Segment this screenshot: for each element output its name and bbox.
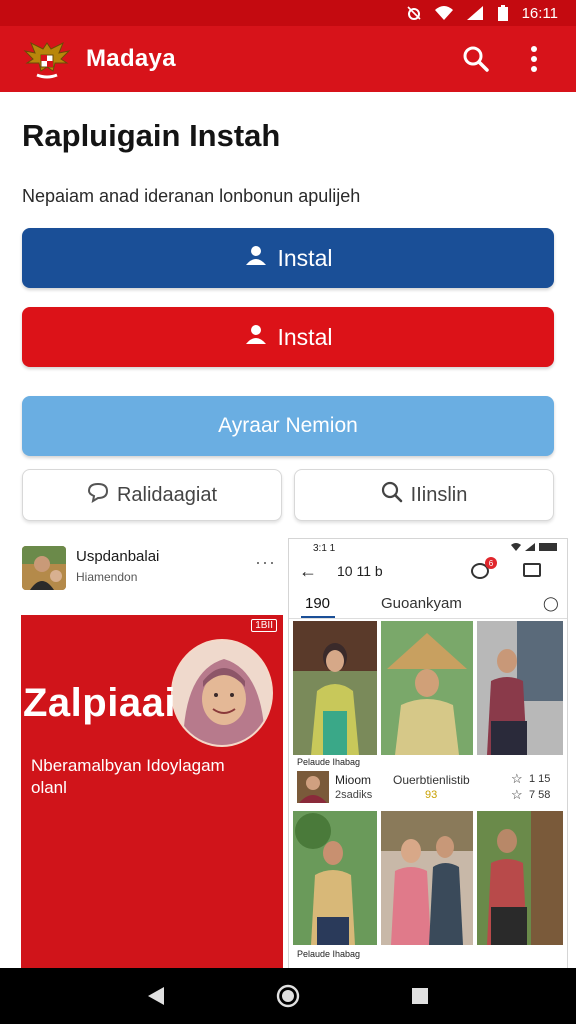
feed-thumbnail [297, 771, 329, 803]
page-title: Rapluigain Instah [22, 118, 281, 153]
post-meta: Hiamendon [76, 570, 138, 584]
preview-chat-badge: 6 [485, 557, 497, 569]
battery-icon [496, 4, 510, 22]
promo-title: Zalpiaai [23, 681, 176, 725]
promo-photo [171, 639, 273, 747]
main-content: Rapluigain Instah Nepaiam anad ideranan … [0, 92, 576, 968]
preview-toolbar-title: 10 11 b [337, 563, 383, 579]
feed-detail: Ouerbtienlistib [393, 773, 470, 787]
preview-toolbar: ← 10 11 b 6 [289, 557, 567, 591]
post-header[interactable]: Uspdanbalai Hiamendon ··· [22, 546, 280, 592]
feed-item-row[interactable]: Mioom 2sadiks Ouerbtienlistib 93 ☆ 1 15 … [297, 771, 559, 809]
feed-photo[interactable] [293, 621, 377, 755]
preview-tab-label[interactable]: Guoankyam [381, 595, 462, 612]
feed-caption: Pelaude Ihabag [297, 757, 361, 767]
promo-badge: 1BII [251, 619, 277, 632]
preview-chat-bubble-icon[interactable]: ◯ [543, 595, 559, 612]
preview-battery-icon [539, 543, 557, 551]
back-icon[interactable] [134, 974, 178, 1018]
more-horiz-icon[interactable]: ··· [255, 552, 276, 573]
star-icon[interactable]: ☆ [511, 771, 523, 787]
preview-status-bar: 3:1 1 [289, 539, 567, 557]
feed-name: Mioom [335, 773, 372, 787]
preview-inbox-icon[interactable] [523, 563, 541, 577]
preview-status-time: 3:1 1 [313, 542, 336, 554]
feed-photo[interactable] [477, 621, 563, 755]
alarm-icon [406, 5, 422, 21]
app-title: Madaya [86, 45, 176, 72]
comment-button-label: Ralidaagiat [116, 483, 218, 506]
person-icon [244, 323, 268, 351]
feed-count: 7 58 [529, 789, 551, 801]
install-button-blue-label: Instal [277, 244, 333, 271]
search-icon [381, 481, 403, 509]
feed-photo[interactable] [293, 811, 377, 945]
app-preview-screenshot[interactable]: 3:1 1 ← 10 11 b 6 190 Guoankyam ◯ Pelaud… [288, 538, 568, 968]
signal-icon [466, 5, 484, 21]
preview-tab-count[interactable]: 190 [305, 595, 330, 612]
feed-subname: 2sadiks [335, 789, 373, 801]
secondary-button[interactable]: Ayraar Nemion [22, 396, 554, 456]
secondary-button-label: Ayraar Nemion [218, 414, 358, 437]
preview-signal-icon [525, 543, 535, 551]
more-vert-icon[interactable] [514, 39, 554, 79]
install-button-blue[interactable]: Instal [22, 228, 554, 288]
wifi-icon [434, 5, 454, 21]
search-button-label: IIinslin [410, 483, 468, 506]
feed-count: 1 15 [529, 773, 551, 785]
preview-wifi-icon [511, 543, 521, 551]
search-icon[interactable] [456, 39, 496, 79]
preview-back-arrow-icon[interactable]: ← [299, 561, 317, 582]
status-bar: 16:11 [0, 0, 576, 26]
system-nav-bar [0, 968, 576, 1024]
page-subtitle: Nepaiam anad ideranan lonbonun apulijeh [22, 186, 361, 206]
app-bar: Madaya [0, 26, 576, 92]
recents-icon[interactable] [398, 974, 442, 1018]
avatar[interactable] [22, 546, 66, 590]
feed-photo[interactable] [381, 621, 473, 755]
feed-photo[interactable] [381, 811, 473, 945]
promo-card[interactable]: 1BII Zalpiaai Nberamalbyan Idoylagam ola… [21, 615, 283, 968]
preview-tabs: 190 Guoankyam ◯ [289, 591, 567, 619]
post-author[interactable]: Uspdanbalai [76, 548, 159, 565]
comment-button[interactable]: Ralidaagiat [22, 469, 282, 521]
person-icon [244, 244, 268, 272]
chat-bubble-icon [87, 481, 109, 509]
install-button-red-label: Instal [277, 323, 333, 350]
home-icon[interactable] [266, 974, 310, 1018]
garuda-emblem-icon [22, 36, 72, 82]
install-button-red[interactable]: Instal [22, 307, 554, 367]
preview-tab-indicator [301, 616, 335, 618]
search-button[interactable]: IIinslin [294, 469, 554, 521]
star-icon[interactable]: ☆ [511, 787, 523, 803]
status-time: 16:11 [521, 4, 558, 22]
feed-rating: 93 [425, 789, 438, 801]
feed-caption: Pelaude Ihabag [297, 949, 361, 959]
promo-subtitle: Nberamalbyan Idoylagam olanl [31, 756, 225, 797]
feed-photo[interactable] [477, 811, 563, 945]
